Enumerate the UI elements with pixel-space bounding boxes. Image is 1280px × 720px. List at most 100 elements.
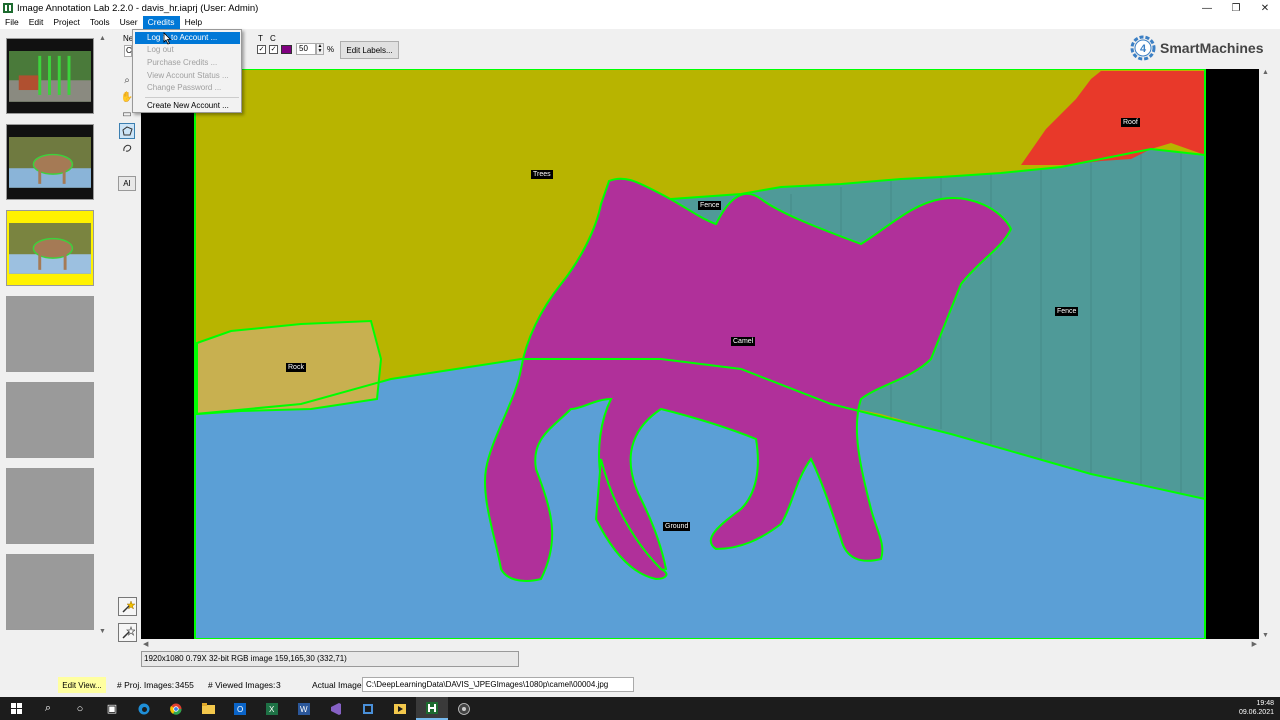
tool-column: ⌕ ✋ ▭ AI [117,72,137,647]
menu-item-change-password[interactable]: Change Password ... [135,82,240,94]
file-explorer-icon[interactable] [192,697,224,720]
menu-item-view-account-status[interactable]: View Account Status ... [135,70,240,82]
smartmachines-logo: 4 SmartMachines [1128,33,1263,63]
menu-separator [145,97,239,98]
annotation-canvas[interactable]: Trees Roof Fence Fence Camel Rock Ground [141,69,1259,639]
logo-text: SmartMachines [1160,40,1264,56]
thumbnail-5[interactable] [6,382,94,458]
menu-help[interactable]: Help [180,16,207,29]
svg-text:O: O [237,705,243,714]
label-trees: Trees [531,170,553,179]
menu-bar: File Edit Project Tools User Credits Hel… [0,16,1280,29]
svg-text:X: X [269,705,275,714]
image-info-field: 1920x1080 0.79X 32-bit RGB image 159,165… [141,651,519,667]
menu-user[interactable]: User [115,16,143,29]
thumbnail-3-selected[interactable] [6,210,94,286]
visual-studio-icon[interactable] [320,697,352,720]
show-text-checkbox[interactable]: ✓ [257,45,266,54]
app-icon-blue[interactable] [352,697,384,720]
canvas-horizontal-scrollbar[interactable]: ◀ ▶ [141,639,1259,649]
label-fence-right: Fence [1055,307,1079,316]
label-partial-field[interactable]: C [124,45,132,57]
title-bar: Image Annotation Lab 2.2.0 - davis_hr.ia… [0,0,1280,16]
menu-tools[interactable]: Tools [85,16,115,29]
scroll-up-arrow-icon[interactable]: ▲ [99,35,106,42]
opacity-unit: % [327,45,335,54]
windows-start-icon[interactable] [0,697,32,720]
canvas-vertical-scrollbar[interactable]: ▲ ▼ [1259,69,1272,639]
window-title: Image Annotation Lab 2.2.0 - davis_hr.ia… [17,2,259,14]
opacity-input[interactable]: 50 [296,43,316,55]
proj-images-label: # Proj. Images: [117,680,175,690]
label-ground: Ground [663,522,691,531]
image-annotation-lab-taskbar-icon[interactable] [416,697,448,720]
obs-icon[interactable] [448,697,480,720]
clock-time: 19:48 [1256,700,1274,707]
svg-text:W: W [300,705,308,714]
close-button[interactable]: ✕ [1248,0,1280,16]
label-rock: Rock [286,363,306,372]
clock-date: 09.06.2021 [1238,709,1274,716]
viewed-images-label: # Viewed Images: [208,680,276,690]
thumbnail-7[interactable] [6,554,94,630]
polygon-tool-icon[interactable] [119,123,135,139]
status-bar: Edit View... # Proj. Images: 3455 # View… [0,676,1280,694]
thumbnail-image [9,223,91,274]
edit-view-button[interactable]: Edit View... [58,677,106,693]
opacity-stepper[interactable]: ▲ ▼ [316,43,324,55]
annotated-image[interactable] [141,69,1259,639]
menu-item-log-out[interactable]: Log out [135,44,240,56]
app-icon-yellow[interactable] [384,697,416,720]
taskbar: ⌕ ○ ▣ O X W 19:48 09.06.2021 [0,697,1280,720]
col-t-header: T [258,34,263,43]
credits-dropdown-menu: Log in to Account ... Log out Purchase C… [132,29,242,113]
label-fence-top: Fence [698,201,722,210]
scroll-left-arrow-icon[interactable]: ◀ [143,640,148,648]
magic-wand-add-icon[interactable] [118,597,137,616]
chrome-icon[interactable] [160,697,192,720]
show-color-checkbox[interactable]: ✓ [269,45,278,54]
app-icon [3,3,13,13]
label-roof: Roof [1121,118,1140,127]
thumbnail-strip: ▲ ▼ [2,35,106,635]
cortana-icon[interactable]: ○ [64,697,96,720]
menu-item-purchase-credits[interactable]: Purchase Credits ... [135,57,240,69]
search-icon[interactable]: ⌕ [32,697,64,720]
excel-icon[interactable]: X [256,697,288,720]
outlook-icon[interactable]: O [224,697,256,720]
gear-logo-icon: 4 [1130,35,1156,61]
thumbnail-6[interactable] [6,468,94,544]
task-view-icon[interactable]: ▣ [96,697,128,720]
magic-wand-remove-icon[interactable] [118,623,137,642]
edit-labels-button[interactable]: Edit Labels... [340,41,399,59]
label-color-swatch[interactable] [281,45,292,54]
thumbnail-image [9,51,91,102]
thumbnail-image [9,137,91,188]
thumbnail-4[interactable] [6,296,94,372]
scroll-up-arrow-icon[interactable]: ▲ [1262,69,1269,76]
thumbnail-scrollbar[interactable]: ▲ ▼ [98,35,106,635]
mouse-pointer-icon [163,32,172,45]
freehand-tool-icon[interactable] [119,140,135,156]
edge-icon[interactable] [128,697,160,720]
actual-image-path: C:\DeepLearningData\DAVIS_\JPEGImages\10… [362,677,634,692]
menu-item-log-in[interactable]: Log in to Account ... [135,32,240,44]
scroll-right-arrow-icon[interactable]: ▶ [1252,640,1257,648]
thumbnail-1[interactable] [6,38,94,114]
menu-project[interactable]: Project [48,16,84,29]
ai-tool-button[interactable]: AI [118,176,136,191]
proj-images-value: 3455 [175,680,194,690]
taskbar-clock[interactable]: 19:48 09.06.2021 [1239,699,1274,717]
actual-image-label: Actual Image: [312,680,364,690]
menu-credits[interactable]: Credits [142,16,180,29]
word-icon[interactable]: W [288,697,320,720]
svg-text:4: 4 [1140,43,1147,55]
menu-item-create-new-account[interactable]: Create New Account ... [135,100,240,112]
scroll-down-arrow-icon[interactable]: ▼ [1262,632,1269,639]
menu-file[interactable]: File [0,16,24,29]
menu-edit[interactable]: Edit [24,16,49,29]
viewed-images-value: 3 [276,680,281,690]
thumbnail-2[interactable] [6,124,94,200]
col-c-header: C [270,34,276,43]
scroll-down-arrow-icon[interactable]: ▼ [99,628,106,635]
